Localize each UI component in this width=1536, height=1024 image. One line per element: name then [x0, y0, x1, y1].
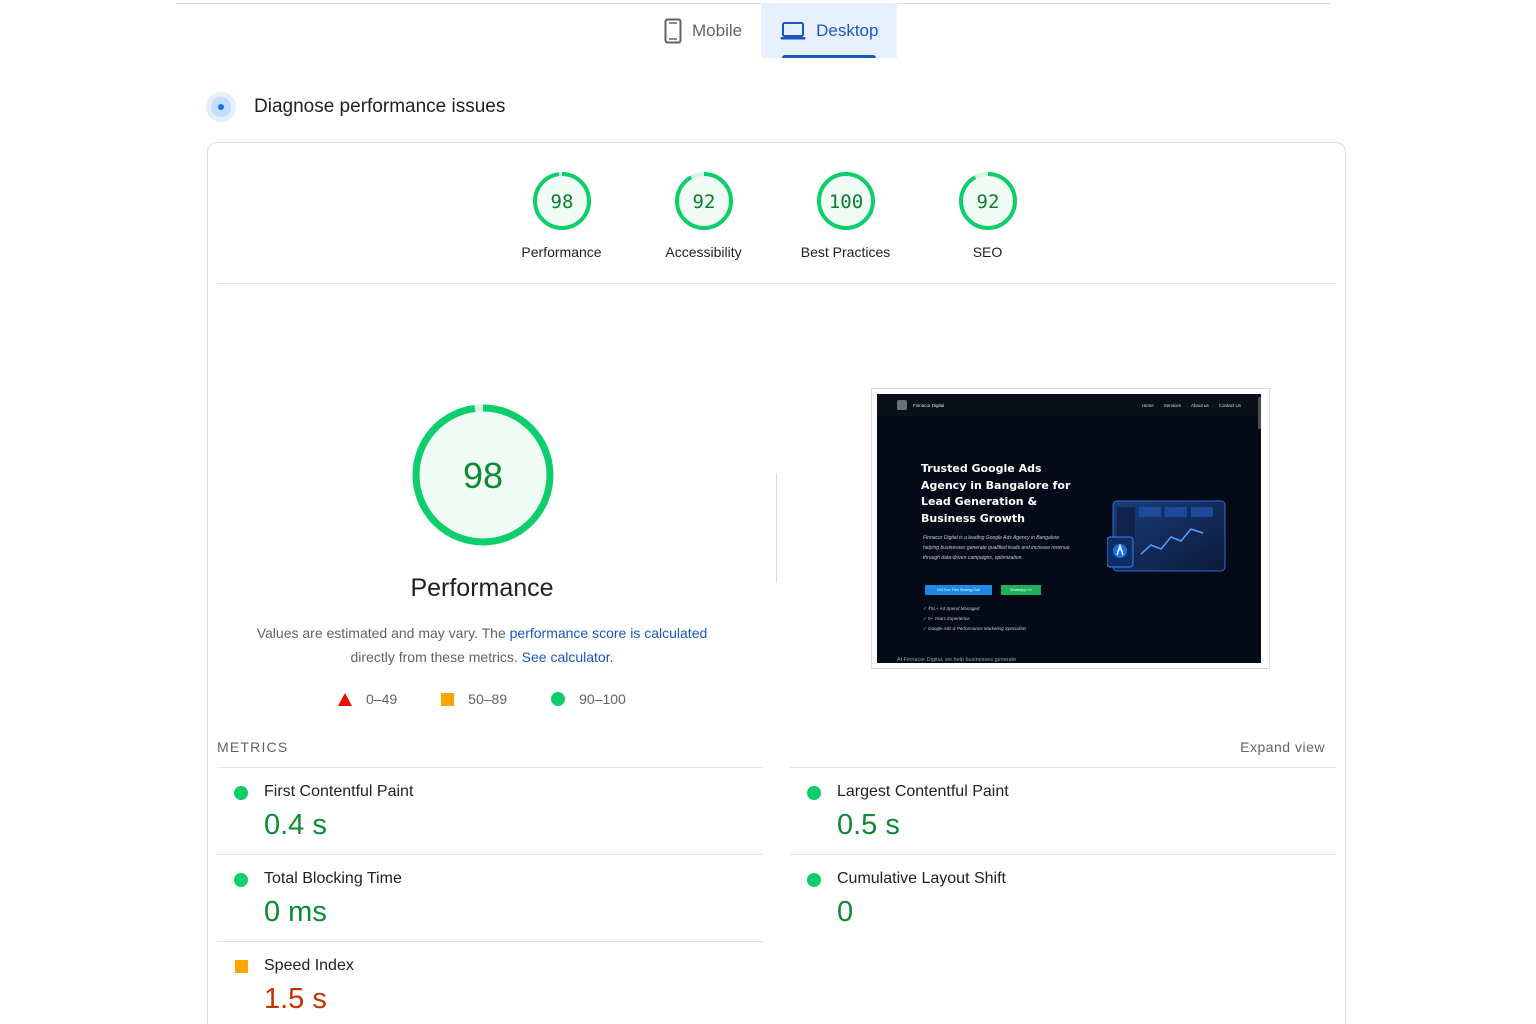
screenshot-paragraph: Finnacor Digital is a leading Google Ads…	[923, 535, 1070, 561]
tab-mobile-label: Mobile	[692, 20, 743, 40]
pass-circle-icon	[234, 873, 248, 887]
phone-icon	[664, 18, 682, 43]
screenshot-nav-link: About us	[1190, 402, 1209, 408]
screenshot-nav: Finnacor Digital Home Services About us …	[877, 394, 1261, 416]
screenshot-check-item: ✓ Google Ads & Performance Marketing Spe…	[923, 626, 1027, 631]
circle-icon	[551, 692, 566, 706]
metric-name: Largest Contentful Paint	[837, 783, 1009, 800]
screenshot-cta-button: Get Your Free Strategy Call	[925, 585, 992, 595]
metric-name: Total Blocking Time	[264, 870, 402, 887]
screenshot-brand: Finnacor Digital	[913, 402, 945, 408]
gauge-ring: 98	[532, 172, 591, 230]
divider	[217, 283, 1336, 284]
metric-name: First Contentful Paint	[264, 783, 414, 800]
diagnose-icon	[206, 92, 236, 122]
gauge-label: SEO	[972, 244, 1003, 260]
metric-largest-contentful-paint: Largest Contentful Paint 0.5 s	[790, 767, 1336, 854]
screenshot-content: Finnacor Digital Home Services About us …	[877, 394, 1261, 663]
metric-first-contentful-paint: First Contentful Paint 0.4 s	[217, 767, 763, 854]
score-calculated-link[interactable]: performance score is calculated	[510, 625, 708, 641]
square-icon	[441, 692, 455, 706]
average-square-icon	[235, 960, 248, 973]
desc-text-2: directly from these metrics.	[350, 649, 522, 665]
category-gauges: 98 Performance 92 Accessibility 100 Best…	[208, 171, 1345, 260]
gauge-ring: 92	[958, 172, 1017, 230]
gauge-score: 92	[692, 191, 715, 213]
metric-name: Cumulative Layout Shift	[837, 870, 1006, 887]
gauge-label: Best Practices	[800, 244, 891, 260]
screenshot-nav-link: Contact Us	[1218, 402, 1241, 408]
laptop-icon	[780, 21, 806, 39]
gauge-ring: 92	[674, 172, 733, 230]
tab-mobile[interactable]: Mobile	[645, 3, 761, 58]
metric-value: 0	[837, 896, 854, 928]
screenshot-nav-link: Services	[1163, 402, 1181, 408]
tab-desktop-label: Desktop	[816, 20, 879, 40]
screenshot-headline: Trusted Google Ads Agency in Bangalore f…	[921, 462, 1071, 525]
pass-circle-icon	[807, 873, 821, 887]
dashboard-illustration	[1107, 500, 1226, 572]
screenshot-nav-link: Home	[1141, 402, 1154, 408]
performance-description: Values are estimated and may vary. The p…	[232, 621, 732, 669]
score-legend: 0–49 50–89 90–100	[338, 691, 670, 707]
legend-fail: 0–49	[338, 691, 397, 707]
device-tabs: Mobile Desktop	[645, 3, 898, 58]
section-title: Diagnose performance issues	[254, 96, 506, 117]
desc-text: Values are estimated and may vary. The	[256, 625, 510, 641]
metric-value: 0 ms	[264, 896, 327, 928]
metric-value: 1.5 s	[264, 983, 327, 1015]
pass-circle-icon	[807, 786, 821, 800]
screenshot-check-item: ✓ 5+ Years Experience	[923, 616, 970, 621]
legend-range: 90–100	[579, 691, 626, 707]
gauge-performance[interactable]: 98 Performance	[491, 171, 633, 260]
legend-range: 0–49	[366, 691, 398, 707]
metric-value: 0.4 s	[264, 809, 327, 841]
see-calculator-link[interactable]: See calculator.	[522, 649, 614, 665]
metric-cumulative-layout-shift: Cumulative Layout Shift 0	[790, 854, 1336, 941]
legend-pass: 90–100	[551, 691, 626, 707]
metric-value: 0.5 s	[837, 809, 900, 841]
gauge-score: 100	[828, 191, 862, 213]
expand-view-button[interactable]: Expand view	[1240, 739, 1325, 755]
screenshot-footer-text: At Finnacor Digital, we help businesses …	[897, 657, 1017, 663]
performance-title: Performance	[410, 574, 554, 602]
legend-average: 50–89	[441, 691, 507, 707]
gauge-accessibility[interactable]: 92 Accessibility	[633, 171, 775, 260]
screenshot-check-item: ✓ ₹5L+ Ad Spend Managed	[923, 606, 980, 611]
triangle-icon	[338, 692, 352, 706]
vertical-divider	[776, 473, 777, 583]
gauge-score: 92	[976, 191, 999, 213]
gauge-label: Performance	[521, 244, 602, 260]
gauge-seo[interactable]: 92 SEO	[917, 171, 1059, 260]
section-heading: Diagnose performance issues	[206, 92, 505, 122]
final-screenshot[interactable]: Finnacor Digital Home Services About us …	[871, 388, 1270, 669]
gauge-ring: 100	[816, 172, 875, 230]
screenshot-checklist: ✓ ₹5L+ Ad Spend Managed ✓ 5+ Years Exper…	[923, 604, 1026, 634]
metric-name: Speed Index	[264, 957, 354, 974]
screenshot-scrollbar	[1258, 397, 1261, 429]
report-card: 98 Performance 92 Accessibility 100 Best…	[207, 142, 1346, 1024]
performance-score: 98	[463, 455, 503, 496]
tab-desktop[interactable]: Desktop	[761, 3, 898, 58]
metrics-heading: METRICS	[217, 739, 289, 755]
gauge-best-practices[interactable]: 100 Best Practices	[775, 171, 917, 260]
metric-total-blocking-time: Total Blocking Time 0 ms	[217, 854, 763, 941]
legend-range: 50–89	[468, 691, 508, 707]
gauge-label: Accessibility	[665, 244, 742, 260]
gauge-score: 98	[550, 191, 573, 213]
metric-speed-index: Speed Index 1.5 s	[217, 941, 763, 1024]
brand-logo-icon	[897, 400, 907, 410]
pass-circle-icon	[234, 786, 248, 800]
screenshot-whatsapp-button: WhatsApp Us	[1001, 585, 1041, 595]
performance-gauge: 98	[410, 402, 556, 553]
